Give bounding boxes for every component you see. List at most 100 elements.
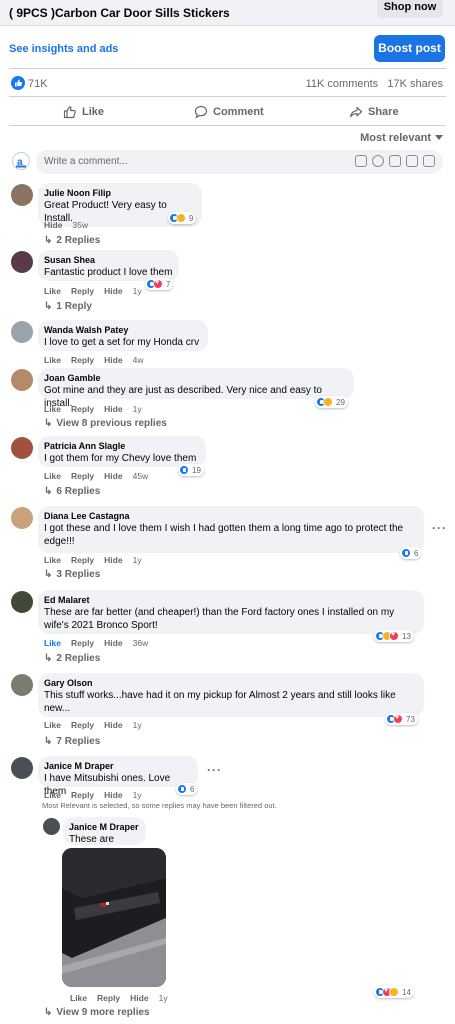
comment-reactions[interactable]: 9 <box>168 212 197 224</box>
comment-reactions[interactable]: 73 <box>385 713 418 725</box>
view-replies[interactable]: ↳ 2 Replies <box>44 235 100 246</box>
love-reaction-icon <box>153 279 163 289</box>
avatar[interactable] <box>11 369 33 391</box>
reply-button[interactable]: Reply <box>71 720 94 730</box>
comment-author[interactable]: Gary Olson <box>44 678 418 689</box>
avatar[interactable] <box>11 674 33 696</box>
comment-time[interactable]: 45w <box>133 471 149 481</box>
comment-author[interactable]: Julie Noon Filip <box>44 188 196 199</box>
like-comment-button[interactable]: Like <box>44 355 61 365</box>
share-button[interactable]: Share <box>349 102 399 122</box>
view-replies[interactable]: ↳ 6 Replies <box>44 486 100 497</box>
comment-reactions[interactable]: 6 <box>176 783 198 795</box>
shop-now-button[interactable]: Shop now <box>377 0 443 18</box>
avatar[interactable] <box>11 437 33 459</box>
see-insights-link[interactable]: See insights and ads <box>9 43 118 55</box>
view-replies[interactable]: ↳ View 8 previous replies <box>44 418 167 429</box>
avatar[interactable] <box>11 591 33 613</box>
comment-author[interactable]: Wanda Walsh Patey <box>44 325 202 336</box>
reply-button[interactable]: Reply <box>71 555 94 565</box>
view-replies[interactable]: ↳ 2 Replies <box>44 653 100 664</box>
hide-button[interactable]: Hide <box>104 790 122 800</box>
hide-button[interactable]: Hide <box>104 355 122 365</box>
reply-time[interactable]: 1y <box>159 993 168 1003</box>
hide-button[interactable]: Hide <box>130 993 148 1003</box>
like-reaction-icon[interactable] <box>11 76 25 93</box>
comment-button[interactable]: Comment <box>194 102 264 122</box>
reply-reactions[interactable]: 14 <box>374 986 414 998</box>
comment-reactions[interactable]: 29 <box>315 396 348 408</box>
hide-button[interactable]: Hide <box>104 471 122 481</box>
reaction-count[interactable]: 71K <box>28 78 48 90</box>
hide-button[interactable]: Hide <box>104 555 122 565</box>
comment-time[interactable]: 4w <box>133 355 144 365</box>
hide-button[interactable]: Hide <box>104 720 122 730</box>
reply-bubble: Janice M Draper These are great. <box>63 817 146 858</box>
reply-button[interactable]: Reply <box>97 993 120 1003</box>
comment-reactions[interactable]: 13 <box>374 630 414 642</box>
comment-author[interactable]: Diana Lee Castagna <box>44 511 418 522</box>
reply-author[interactable]: Janice M Draper <box>69 822 140 833</box>
like-comment-button[interactable]: Like <box>44 286 61 296</box>
comment-author[interactable]: Patricia Ann Slagle <box>44 441 200 452</box>
hide-button[interactable]: Hide <box>104 404 122 414</box>
comment-time[interactable]: 1y <box>133 286 142 296</box>
hide-button[interactable]: Hide <box>104 286 122 296</box>
hide-button[interactable]: Hide <box>44 220 62 230</box>
view-replies[interactable]: ↳ 1 Reply <box>44 301 92 312</box>
view-more-replies[interactable]: ↳ View 9 more replies <box>44 1007 150 1018</box>
more-options-icon[interactable]: ··· <box>207 763 222 777</box>
avatar[interactable] <box>11 251 33 273</box>
like-button[interactable]: Like <box>63 102 104 122</box>
replies-label: 2 Replies <box>56 235 101 246</box>
view-replies[interactable]: ↳ 7 Replies <box>44 736 100 747</box>
comment-time[interactable]: 1y <box>133 404 142 414</box>
like-comment-button[interactable]: Like <box>44 555 61 565</box>
avatar[interactable] <box>11 757 33 779</box>
reply-photo[interactable] <box>62 848 166 987</box>
like-comment-button[interactable]: Like <box>44 638 61 648</box>
emoji-icon[interactable] <box>372 155 384 167</box>
reply-button[interactable]: Reply <box>71 638 94 648</box>
sticker-icon[interactable] <box>423 155 435 167</box>
reply-button[interactable]: Reply <box>71 286 94 296</box>
like-comment-button[interactable]: Like <box>44 720 61 730</box>
like-comment-button[interactable]: Like <box>70 993 87 1003</box>
camera-icon[interactable] <box>389 155 401 167</box>
comment-time[interactable]: 36w <box>133 638 149 648</box>
reply-button[interactable]: Reply <box>71 404 94 414</box>
comment-meta: Like Reply Hide 45w <box>44 471 148 481</box>
like-comment-button[interactable]: Like <box>44 790 61 800</box>
view-replies[interactable]: ↳ 3 Replies <box>44 569 100 580</box>
boost-post-button[interactable]: Boost post <box>374 35 445 62</box>
sort-dropdown[interactable]: Most relevant <box>360 132 443 144</box>
avatar[interactable] <box>11 184 33 206</box>
comment-time[interactable]: 1y <box>133 720 142 730</box>
like-comment-button[interactable]: Like <box>44 404 61 414</box>
avatar[interactable] <box>11 507 33 529</box>
comment-time[interactable]: 1y <box>133 790 142 800</box>
comment-author[interactable]: Susan Shea <box>44 255 173 266</box>
comment-reactions[interactable]: 19 <box>178 464 204 476</box>
comment-time[interactable]: 1y <box>133 555 142 565</box>
comment-author[interactable]: Joan Gamble <box>44 373 348 384</box>
reply-button[interactable]: Reply <box>71 471 94 481</box>
like-comment-button[interactable]: Like <box>44 471 61 481</box>
more-options-icon[interactable]: ··· <box>432 521 447 535</box>
share-count[interactable]: 17K shares <box>387 78 443 90</box>
avatar[interactable] <box>11 321 33 343</box>
comment-count[interactable]: 11K comments <box>306 78 379 90</box>
avatar-sticker-icon[interactable] <box>355 155 367 167</box>
comment-reactions[interactable]: 6 <box>400 547 422 559</box>
avatar[interactable] <box>43 818 60 835</box>
reply-button[interactable]: Reply <box>71 790 94 800</box>
reply-button[interactable]: Reply <box>71 355 94 365</box>
hide-button[interactable]: Hide <box>104 638 122 648</box>
comment-input[interactable]: Write a comment... <box>36 150 443 174</box>
comment-placeholder: Write a comment... <box>44 156 128 167</box>
comment-author[interactable]: Ed Malaret <box>44 595 418 606</box>
comment-author[interactable]: Janice M Draper <box>44 761 192 772</box>
comment-reactions[interactable]: 7 <box>145 278 174 290</box>
comment-time[interactable]: 35w <box>72 220 88 230</box>
gif-icon[interactable] <box>406 155 418 167</box>
